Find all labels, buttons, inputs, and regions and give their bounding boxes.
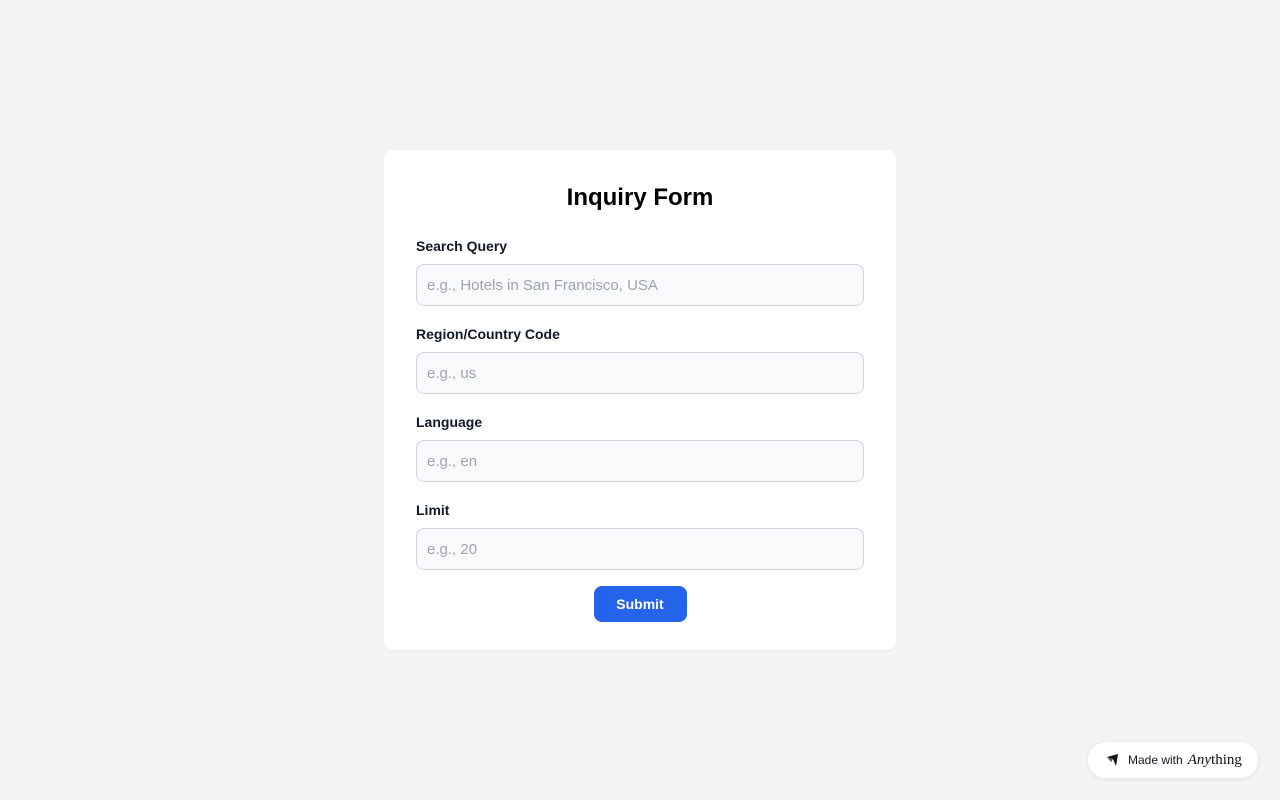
limit-label: Limit (416, 502, 450, 518)
submit-wrapper: Submit (416, 586, 864, 622)
limit-field: Limit (416, 500, 864, 570)
submit-button[interactable]: Submit (593, 586, 687, 622)
region-country-code-label: Region/Country Code (416, 326, 560, 342)
inquiry-form-card: Inquiry Form Search Query Region/Country… (384, 150, 896, 650)
brand-rest: thing (1211, 751, 1242, 768)
search-query-field: Search Query (416, 236, 864, 306)
language-input[interactable] (416, 440, 864, 482)
search-query-input[interactable] (416, 264, 864, 306)
region-country-code-field: Region/Country Code (416, 324, 864, 394)
made-with-text: Made with (1128, 753, 1183, 767)
limit-input[interactable] (416, 528, 864, 570)
brand-name: Anything (1188, 752, 1242, 769)
language-label: Language (416, 414, 483, 430)
brand-italic: Any (1187, 751, 1212, 768)
language-field: Language (416, 412, 864, 482)
made-with-anything-badge[interactable]: Made with Anything (1087, 741, 1259, 779)
search-query-label: Search Query (416, 238, 508, 254)
anything-logo-icon (1106, 753, 1120, 767)
region-country-code-input[interactable] (416, 352, 864, 394)
form-title: Inquiry Form (566, 184, 714, 211)
